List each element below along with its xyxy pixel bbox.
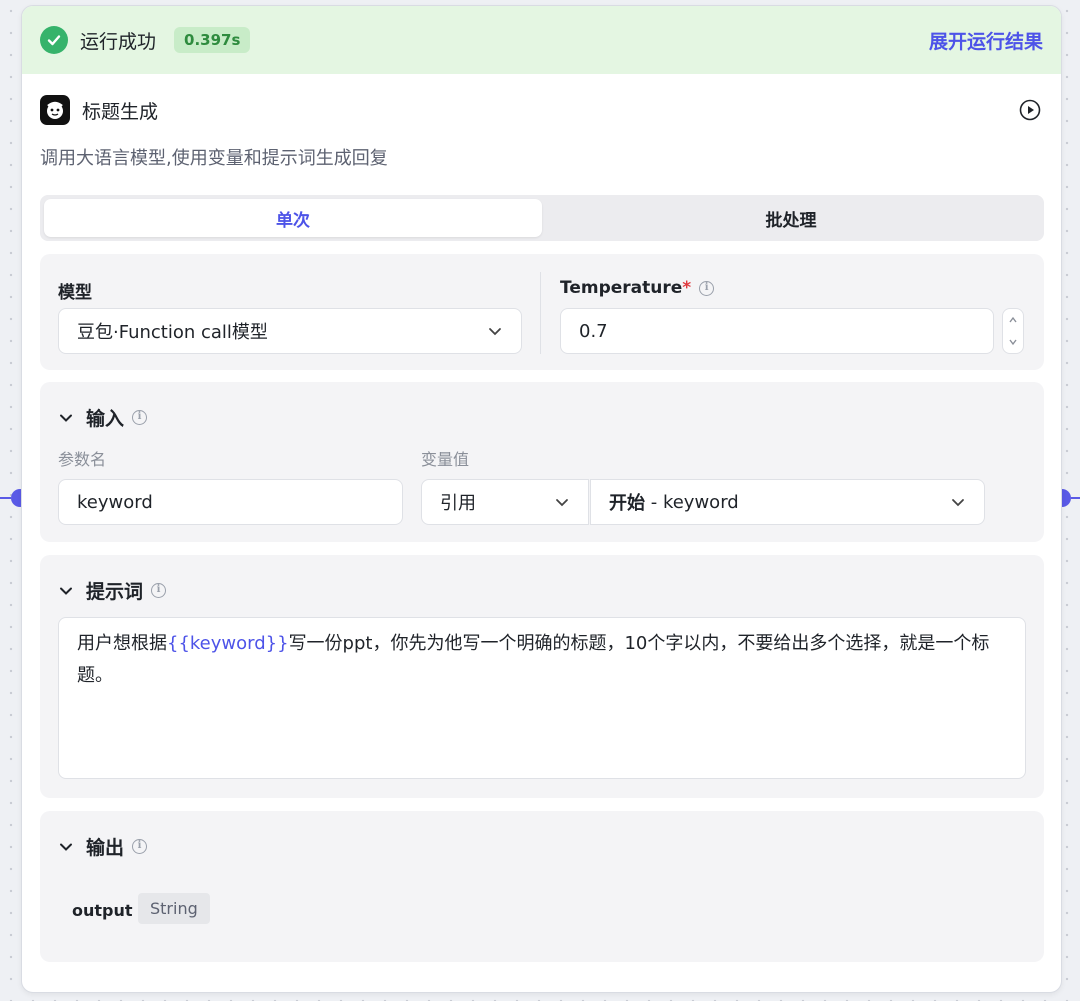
stepper-icon[interactable] xyxy=(1002,308,1024,354)
chevron-down-icon xyxy=(58,410,74,426)
run-status-bar: 运行成功 0.397s 展开运行结果 xyxy=(22,6,1061,74)
ref-source: 开始 xyxy=(609,493,645,514)
prompt-variable-token[interactable]: {{keyword}} xyxy=(167,633,289,654)
prompt-editor[interactable]: 用户想根据{{keyword}}写一份ppt，你先为他写一个明确的标题，10个字… xyxy=(58,617,1026,779)
check-circle-icon xyxy=(40,26,68,54)
temperature-input[interactable]: 0.7 xyxy=(560,308,994,354)
status-text: 运行成功 xyxy=(80,30,157,53)
prompt-text-before: 用户想根据 xyxy=(77,633,167,654)
expand-results-link[interactable]: 展开运行结果 xyxy=(929,27,1043,54)
model-value: 豆包·Function call模型 xyxy=(77,322,268,343)
prompt-section-toggle[interactable]: 提示词 i xyxy=(58,577,167,604)
model-select[interactable]: 豆包·Function call模型 xyxy=(58,308,522,354)
output-section-toggle[interactable]: 输出 i xyxy=(58,833,148,860)
right-connection-line xyxy=(1071,497,1080,499)
settings-divider xyxy=(540,272,541,354)
chevron-down-icon xyxy=(950,494,966,510)
prompt-panel: 提示词 i 用户想根据{{keyword}}写一份ppt，你先为他写一个明确的标… xyxy=(40,555,1044,798)
input-section-title: 输入 xyxy=(86,408,125,430)
info-icon: i xyxy=(699,280,715,296)
param-name-value: keyword xyxy=(77,491,153,513)
chevron-down-icon xyxy=(487,323,503,339)
input-panel: 输入 i 参数名 变量值 keyword 引用 开始 - keyword xyxy=(40,382,1044,542)
output-panel: 输出 i output String xyxy=(40,811,1044,962)
run-time-badge: 0.397s xyxy=(174,27,251,53)
output-type-badge: String xyxy=(138,893,210,924)
ref-type-select[interactable]: 引用 xyxy=(421,479,589,525)
tab-batch[interactable]: 批处理 xyxy=(542,199,1040,237)
info-icon: i xyxy=(151,583,167,598)
chevron-down-icon xyxy=(58,583,74,599)
run-mode-tabs: 单次 批处理 xyxy=(40,195,1044,241)
ref-variable: keyword xyxy=(662,491,739,513)
info-icon: i xyxy=(132,839,148,854)
model-label: 模型 xyxy=(58,283,92,303)
llm-node-card: 运行成功 0.397s 展开运行结果 标题生成 调用大语言模型,使用变量和提示词… xyxy=(21,5,1062,993)
left-connection-line xyxy=(0,497,11,499)
required-mark: * xyxy=(682,278,692,298)
ref-type-value: 引用 xyxy=(440,493,476,514)
input-section-toggle[interactable]: 输入 i xyxy=(58,404,148,431)
info-icon: i xyxy=(132,410,148,425)
ref-variable-select[interactable]: 开始 - keyword xyxy=(590,479,985,525)
model-settings-panel: 模型 豆包·Function call模型 Temperature* i 0.7 xyxy=(40,254,1044,370)
param-name-input[interactable]: keyword xyxy=(58,479,403,525)
chevron-down-icon xyxy=(58,839,74,855)
var-value-header: 变量值 xyxy=(421,450,470,469)
chevron-down-icon xyxy=(554,494,570,510)
play-circle-icon[interactable] xyxy=(1017,97,1043,123)
node-description: 调用大语言模型,使用变量和提示词生成回复 xyxy=(40,148,388,169)
temperature-label: Temperature* i xyxy=(560,278,715,298)
output-param-name: output xyxy=(72,901,133,920)
node-header: 标题生成 xyxy=(40,94,1043,126)
prompt-section-title: 提示词 xyxy=(86,581,144,603)
temperature-value: 0.7 xyxy=(579,320,608,342)
ref-separator: - xyxy=(645,491,663,513)
node-title: 标题生成 xyxy=(82,100,159,123)
robot-avatar-icon xyxy=(40,95,70,125)
output-section-title: 输出 xyxy=(86,837,125,859)
tab-single[interactable]: 单次 xyxy=(44,199,542,237)
param-name-header: 参数名 xyxy=(58,450,107,469)
